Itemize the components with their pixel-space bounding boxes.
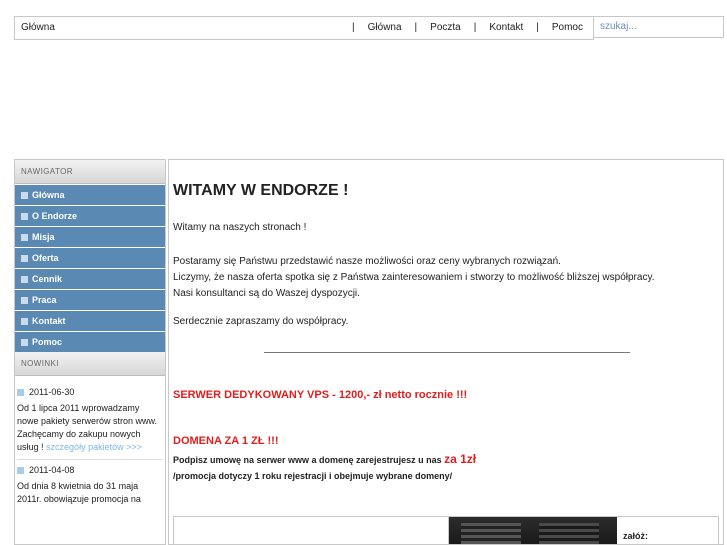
top-nav-mail-link[interactable]: Poczta xyxy=(430,22,461,33)
offer-box-label: załóż: xyxy=(623,531,649,541)
main-content: WITAMY W ENDORZE ! Witamy na naszych str… xyxy=(168,159,724,545)
description-line: Liczymy, że nasza oferta spotka się z Pa… xyxy=(173,272,655,283)
promo-domain-title: DOMENA ZA 1 ZŁ !!! xyxy=(173,435,279,447)
top-nav-help-link[interactable]: Pomoc xyxy=(552,22,583,33)
divider xyxy=(17,459,163,460)
news-date-text: 2011-04-08 xyxy=(29,465,75,475)
breadcrumb: Główna xyxy=(21,22,55,33)
news-details-link[interactable]: szczegóły pakietów >>> xyxy=(46,442,142,452)
square-bullet-icon xyxy=(17,389,24,396)
news-text: Od dnia 8 kwietnia do 31 maja 2011r. obo… xyxy=(17,481,141,504)
sidebar-item-offer[interactable]: Oferta xyxy=(15,247,165,268)
sidebar-item-about[interactable]: O Endorze xyxy=(15,205,165,226)
sidebar-item-pricing[interactable]: Cennik xyxy=(15,268,165,289)
square-bullet-icon xyxy=(21,338,28,346)
square-bullet-icon xyxy=(21,296,28,304)
offer-box: załóż: xyxy=(173,516,719,544)
page-title: WITAMY W ENDORZE ! xyxy=(173,182,349,199)
search-input[interactable] xyxy=(600,21,717,32)
news-item: Od dnia 8 kwietnia do 31 maja 2011r. obo… xyxy=(17,480,163,506)
sidebar-item-help[interactable]: Pomoc xyxy=(15,331,165,352)
server-rack-icon xyxy=(539,523,599,544)
square-bullet-icon xyxy=(21,254,28,262)
sidebar-item-label: Główna xyxy=(32,190,65,200)
navigator-heading: NAWIGATOR xyxy=(15,160,165,184)
promo-domain-text: Podpisz umowę na serwer www a domenę zar… xyxy=(173,451,719,468)
news-item: Od 1 lipca 2011 wprowadzamy nowe pakiety… xyxy=(17,402,163,454)
sidebar-item-label: Pomoc xyxy=(32,337,63,347)
intro-text: Witamy na naszych stronach ! xyxy=(173,222,307,233)
description-line: Postaramy się Państwu przedstawić nasze … xyxy=(173,256,561,267)
news-date-text: 2011-06-30 xyxy=(29,387,75,397)
top-nav: | Główna | Poczta | Kontakt | Pomoc xyxy=(339,22,583,33)
nav-separator: | xyxy=(536,22,539,33)
square-bullet-icon xyxy=(21,233,28,241)
top-nav-contact-link[interactable]: Kontakt xyxy=(489,22,523,33)
search-box xyxy=(593,16,724,38)
sidebar-item-label: Cennik xyxy=(32,274,63,284)
promo-vps: SERWER DEDYKOWANY VPS - 1200,- zł netto … xyxy=(173,389,468,401)
promo-domain-price: za 1zł xyxy=(444,452,477,466)
description-line: Nasi konsultanci są do Waszej dyspozycji… xyxy=(173,288,360,299)
nav-separator: | xyxy=(473,22,477,33)
server-rack-icon xyxy=(461,523,521,544)
divider xyxy=(264,352,630,353)
closing-text: Serdecznie zapraszamy do współpracy. xyxy=(173,316,349,327)
sidebar: NAWIGATOR Główna O Endorze Misja Oferta … xyxy=(14,159,166,545)
news-date: 2011-06-30 xyxy=(17,386,163,399)
square-bullet-icon xyxy=(21,317,28,325)
sidebar-item-label: Misja xyxy=(32,232,55,242)
news-date: 2011-04-08 xyxy=(17,464,163,477)
top-bar: Główna | Główna | Poczta | Kontakt | Pom… xyxy=(14,16,594,40)
square-bullet-icon xyxy=(21,212,28,220)
nav-separator: | xyxy=(352,22,355,33)
sidebar-item-label: Kontakt xyxy=(32,316,66,326)
sidebar-item-contact[interactable]: Kontakt xyxy=(15,310,165,331)
description: Postaramy się Państwu przedstawić nasze … xyxy=(173,254,719,302)
sidebar-item-label: Oferta xyxy=(32,253,59,263)
top-nav-home-link[interactable]: Główna xyxy=(368,22,402,33)
promo-domain-note: /promocja dotyczy 1 roku rejestracji i o… xyxy=(173,471,453,481)
square-bullet-icon xyxy=(21,191,28,199)
sidebar-item-home[interactable]: Główna xyxy=(15,184,165,205)
nav-separator: | xyxy=(414,22,418,33)
square-bullet-icon xyxy=(21,275,28,283)
offer-box-left xyxy=(174,517,449,544)
sidebar-item-mission[interactable]: Misja xyxy=(15,226,165,247)
news-list: 2011-06-30 Od 1 lipca 2011 wprowadzamy n… xyxy=(15,376,165,506)
sidebar-item-label: Praca xyxy=(32,295,57,305)
square-bullet-icon xyxy=(17,467,24,474)
promo-domain-line: Podpisz umowę na serwer www a domenę zar… xyxy=(173,455,442,465)
sidebar-item-label: O Endorze xyxy=(32,211,78,221)
sidebar-item-jobs[interactable]: Praca xyxy=(15,289,165,310)
news-heading: NOWINKI xyxy=(15,352,165,376)
server-rack-image xyxy=(449,517,617,544)
